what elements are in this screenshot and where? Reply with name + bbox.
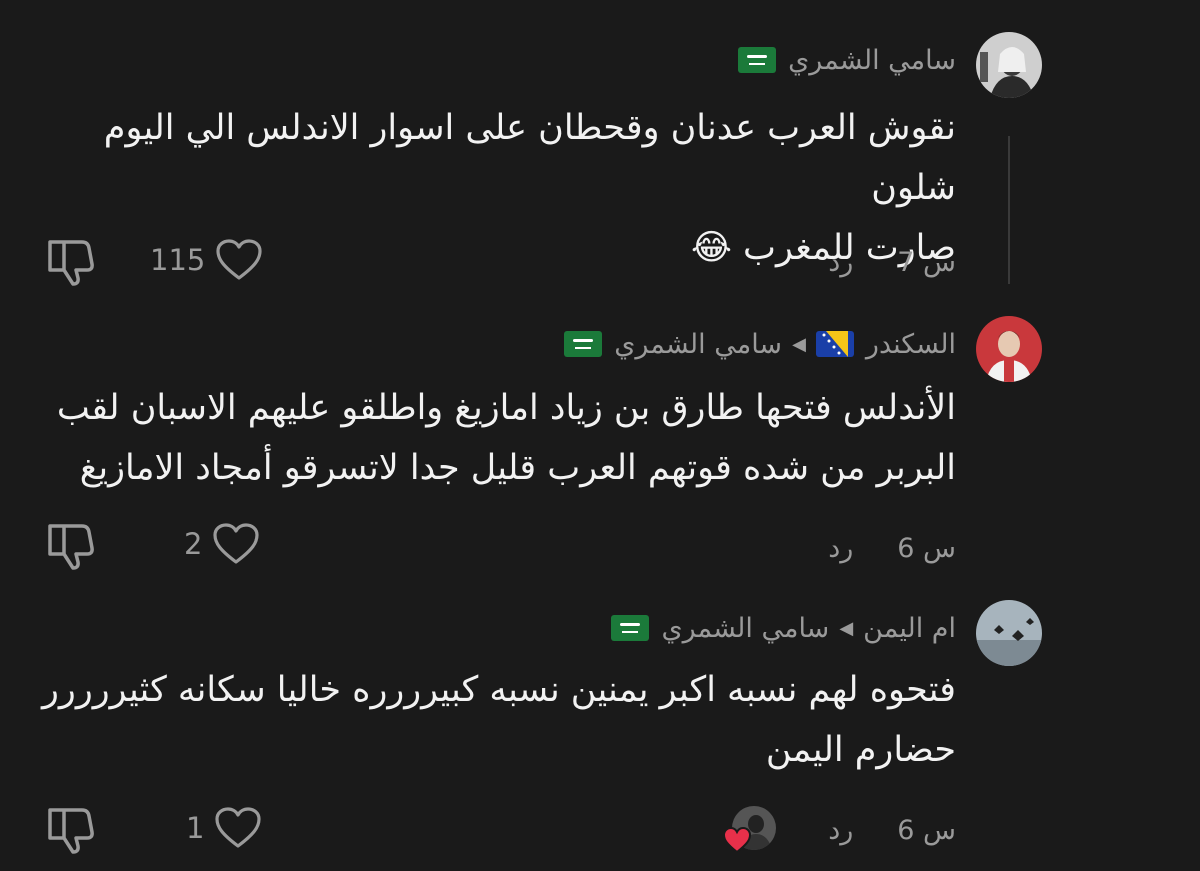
avatar[interactable] <box>976 32 1042 98</box>
comment-line: حضارم اليمن <box>765 730 956 770</box>
author-name[interactable]: السكندر <box>866 329 956 360</box>
heart-outline-icon <box>216 239 262 280</box>
comment-line: نقوش العرب عدنان وقحطان على اسوار الاندل… <box>103 108 956 208</box>
timestamp: 6 س <box>897 814 956 846</box>
thumbs-down-icon <box>48 808 94 854</box>
dislike-button[interactable] <box>44 518 96 570</box>
like-count: 1 <box>186 811 205 845</box>
timestamp: 7 س <box>897 246 956 278</box>
comment-header: ام اليمن ◀ سامي الشمري <box>611 606 956 650</box>
comment-meta: 6 س رد <box>828 808 956 852</box>
timestamp: 6 س <box>897 532 956 564</box>
like-button[interactable]: 2 <box>184 520 260 568</box>
saudi-flag-icon <box>611 615 650 641</box>
bosnia-flag-icon <box>815 331 854 357</box>
thumbs-down-icon <box>48 240 94 286</box>
thread-line <box>1008 136 1010 284</box>
comment-line: الأندلس فتحها طارق بن زياد امازيغ واطلقو… <box>56 388 956 428</box>
comment-line: فتحوه لهم نسبه اكبر يمنين نسبه كبيرررره … <box>42 670 956 710</box>
avatar[interactable] <box>976 316 1042 382</box>
comment-meta: 6 س رد <box>828 526 956 570</box>
like-count: 115 <box>150 243 206 277</box>
comment-line: البربر من شده قوتهم العرب قليل جدا لاتسر… <box>79 448 956 488</box>
comment-text: فتحوه لهم نسبه اكبر يمنين نسبه كبيرررره … <box>36 660 956 780</box>
reply-button[interactable]: رد <box>828 815 853 846</box>
dislike-button[interactable] <box>44 234 96 286</box>
dislike-button[interactable] <box>44 802 96 854</box>
like-button[interactable]: 1 <box>186 804 262 852</box>
saudi-flag-icon <box>564 331 603 357</box>
comment-header: السكندر ◀ سامي الشمري <box>564 322 956 366</box>
like-button[interactable]: 115 <box>150 236 263 284</box>
comment-meta: 7 س رد <box>828 240 956 284</box>
heart-filled-icon <box>722 826 752 858</box>
author-name[interactable]: ام اليمن <box>863 613 956 644</box>
heart-outline-icon <box>213 523 260 564</box>
reply-button[interactable]: رد <box>828 247 853 278</box>
comment-header: سامي الشمري <box>738 38 956 82</box>
reply-to-name[interactable]: سامي الشمري <box>614 329 782 360</box>
like-count: 2 <box>184 527 203 561</box>
triangle-left-icon: ◀ <box>839 617 854 639</box>
heart-outline-icon <box>215 807 262 848</box>
triangle-left-icon: ◀ <box>792 333 806 355</box>
reply-button[interactable]: رد <box>828 533 853 564</box>
reply-to-name[interactable]: سامي الشمري <box>661 613 829 644</box>
thumbs-down-icon <box>48 524 94 570</box>
avatar[interactable] <box>976 600 1042 666</box>
author-name[interactable]: سامي الشمري <box>788 45 956 76</box>
comment-text: الأندلس فتحها طارق بن زياد امازيغ واطلقو… <box>36 378 956 498</box>
saudi-flag-icon <box>738 47 777 73</box>
